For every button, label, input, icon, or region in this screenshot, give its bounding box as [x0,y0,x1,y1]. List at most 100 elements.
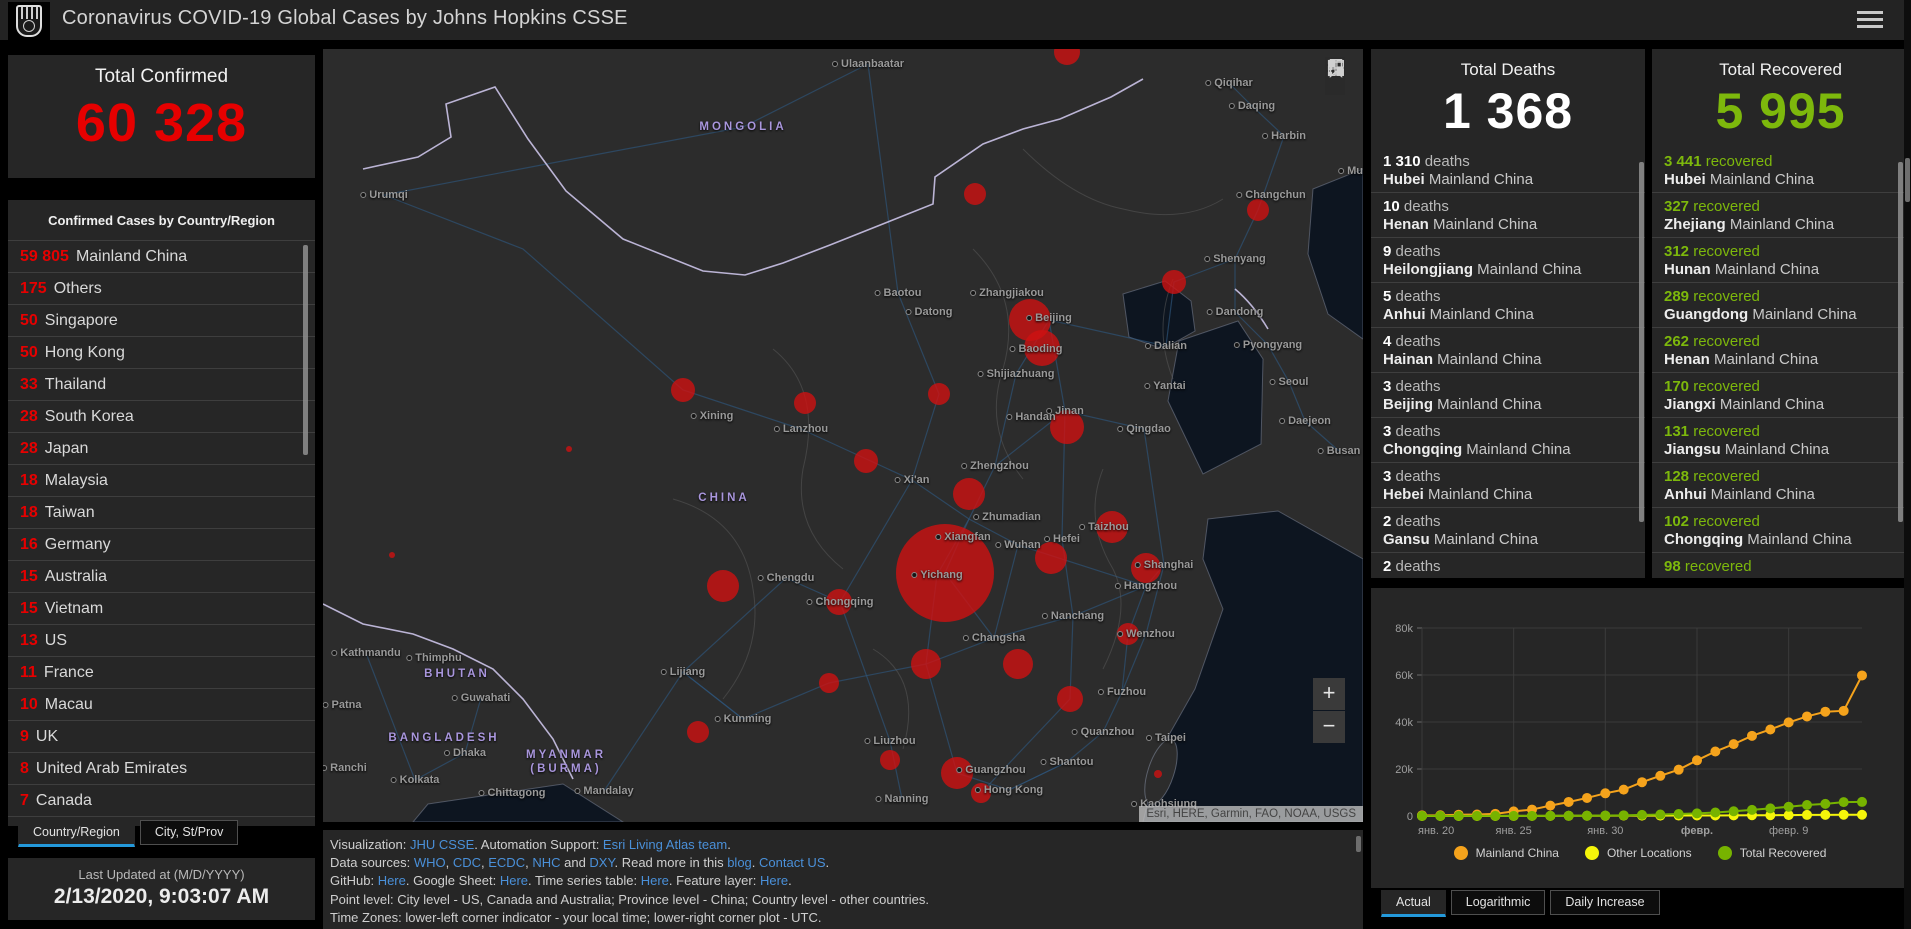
menu-icon[interactable] [1857,11,1883,29]
case-bubble[interactable] [1131,553,1161,583]
cases-row[interactable]: 175Others [8,273,315,305]
cases-row[interactable]: 9UK [8,721,315,753]
region-row[interactable]: 170 recoveredJiangxi Mainland China [1652,373,1909,418]
footer-link[interactable]: Contact US [759,855,825,870]
zoom-out-button[interactable]: − [1313,711,1345,743]
region-row[interactable]: 327 recoveredZhejiang Mainland China [1652,193,1909,238]
data-point[interactable] [1545,801,1555,811]
region-row[interactable]: 3 441 recoveredHubei Mainland China [1652,148,1909,193]
data-point[interactable] [1839,797,1849,807]
region-row[interactable]: 3 deathsBeijing Mainland China [1371,373,1645,418]
case-bubble[interactable] [928,383,950,405]
case-bubble[interactable] [1050,410,1084,444]
data-point[interactable] [1472,811,1482,821]
cases-row[interactable]: 28Japan [8,433,315,465]
footer-link[interactable]: Here [378,873,406,888]
data-point[interactable] [1857,670,1867,680]
data-point[interactable] [1857,810,1867,820]
region-row[interactable]: 10 deathsHenan Mainland China [1371,193,1645,238]
data-point[interactable] [1839,810,1849,820]
data-point[interactable] [1710,747,1720,757]
data-point[interactable] [1637,810,1647,820]
cases-row[interactable]: 15Vietnam [8,593,315,625]
data-point[interactable] [1765,803,1775,813]
data-point[interactable] [1545,811,1555,821]
data-point[interactable] [1747,731,1757,741]
case-bubble[interactable] [964,183,986,205]
basemap-icon[interactable] [1325,57,1347,79]
data-point[interactable] [1600,810,1610,820]
case-bubble[interactable] [1117,623,1139,645]
case-bubble[interactable] [953,478,985,510]
page-scrollbar[interactable] [1904,0,1911,929]
cases-row[interactable]: 18Malaysia [8,465,315,497]
region-row[interactable]: 289 recoveredGuangdong Mainland China [1652,283,1909,328]
cases-row[interactable]: 8United Arab Emirates [8,753,315,785]
cases-row[interactable]: 13US [8,625,315,657]
footer-link[interactable]: Here [641,873,669,888]
cases-row[interactable]: 33Thailand [8,369,315,401]
case-bubble[interactable] [1154,770,1162,778]
data-point[interactable] [1820,799,1830,809]
data-point[interactable] [1509,811,1519,821]
case-bubble[interactable] [826,589,852,615]
footer-link[interactable]: CDC [453,855,481,870]
timeline-chart[interactable]: 020k40k60k80kянв. 20янв. 25янв. 30февр.ф… [1371,594,1909,846]
cases-row[interactable]: 16Germany [8,529,315,561]
data-point[interactable] [1692,808,1702,818]
footer-link[interactable]: blog [727,855,752,870]
zoom-in-button[interactable]: + [1313,678,1345,710]
cases-scrollbar[interactable] [303,245,308,455]
data-point[interactable] [1820,810,1830,820]
data-point[interactable] [1784,802,1794,812]
data-point[interactable] [1417,811,1427,821]
data-point[interactable] [1564,811,1574,821]
data-point[interactable] [1692,755,1702,765]
cases-row[interactable]: 59 805Mainland China [8,241,315,273]
region-row[interactable]: 9 deathsHeilongjiang Mainland China [1371,238,1645,283]
data-point[interactable] [1600,788,1610,798]
chart-tab-logarithmic[interactable]: Logarithmic [1451,890,1546,915]
region-row[interactable]: 4 deathsHainan Mainland China [1371,328,1645,373]
footer-link[interactable]: Here [500,873,528,888]
data-point[interactable] [1857,797,1867,807]
cases-row[interactable]: 10Macau [8,689,315,721]
chart-tab-actual[interactable]: Actual [1381,890,1446,917]
data-point[interactable] [1674,765,1684,775]
data-point[interactable] [1619,785,1629,795]
data-point[interactable] [1729,806,1739,816]
footer-link[interactable]: NHC [532,855,560,870]
data-point[interactable] [1784,717,1794,727]
data-point[interactable] [1655,771,1665,781]
data-point[interactable] [1582,811,1592,821]
case-bubble[interactable] [671,378,695,402]
cases-row[interactable]: 50Hong Kong [8,337,315,369]
data-point[interactable] [1710,808,1720,818]
case-bubble[interactable] [1024,330,1060,366]
data-point[interactable] [1619,810,1629,820]
data-point[interactable] [1490,811,1500,821]
region-row[interactable]: 312 recoveredHunan Mainland China [1652,238,1909,283]
case-bubble[interactable] [1247,199,1269,221]
world-map[interactable]: UlaanbaatarMONGOLIAQiqiharDaqingHarbinMu… [323,49,1363,822]
footer-link[interactable]: JHU CSSE [410,837,474,852]
footer-link[interactable]: ECDC [488,855,525,870]
data-point[interactable] [1802,810,1812,820]
case-bubble[interactable] [1035,542,1067,574]
cases-row[interactable]: 18Taiwan [8,497,315,529]
cases-row[interactable]: 11France [8,657,315,689]
region-row[interactable]: 1 310 deathsHubei Mainland China [1371,148,1645,193]
tab-city-st-prov[interactable]: City, St/Prov [140,820,239,845]
data-point[interactable] [1747,805,1757,815]
region-row[interactable]: 262 recoveredHenan Mainland China [1652,328,1909,373]
recovered-scrollbar[interactable] [1898,162,1903,522]
case-bubble[interactable] [707,570,739,602]
case-bubble[interactable] [941,757,973,789]
data-point[interactable] [1802,800,1812,810]
data-point[interactable] [1765,724,1775,734]
case-bubble[interactable] [566,446,572,452]
case-bubble[interactable] [971,783,991,803]
footer-link[interactable]: DXY [589,855,614,870]
region-row[interactable]: 2 deathsGansu Mainland China [1371,508,1645,553]
deaths-scrollbar[interactable] [1639,162,1644,522]
